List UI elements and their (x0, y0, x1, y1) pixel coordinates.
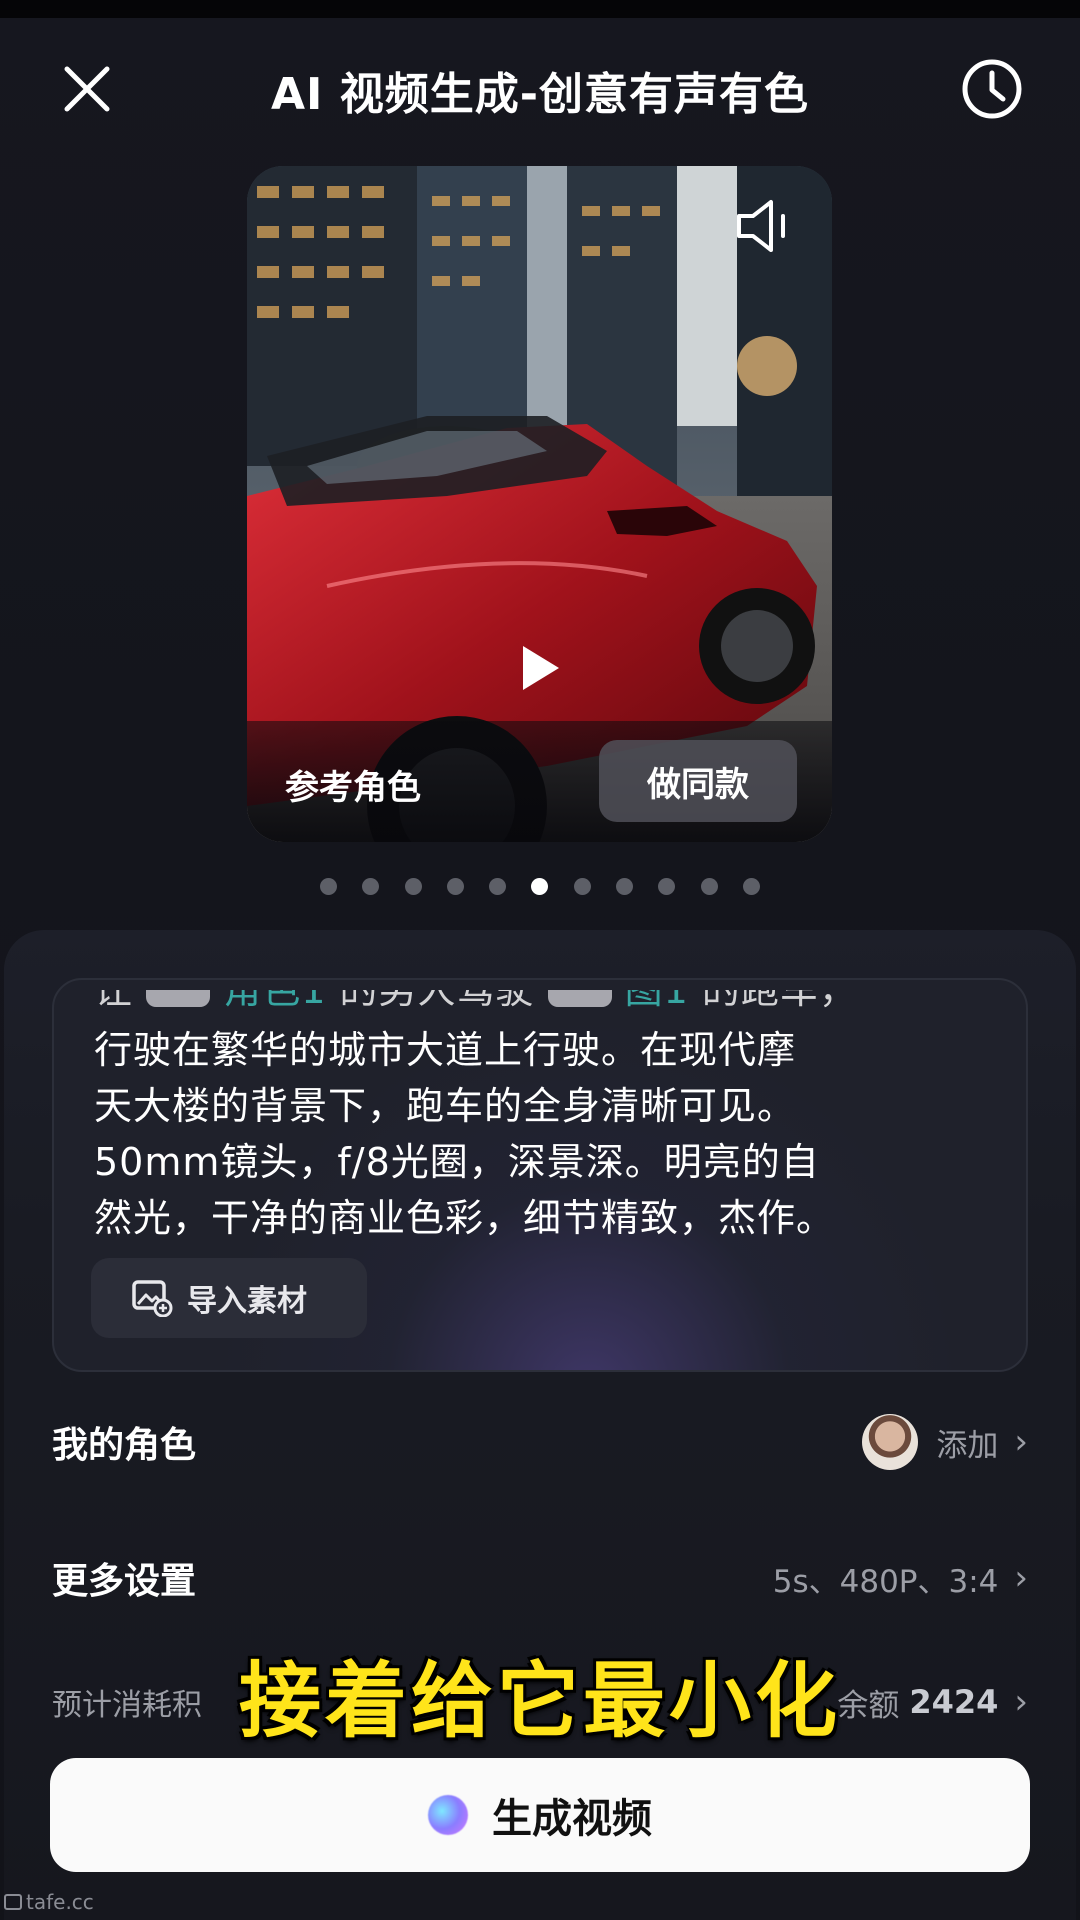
settings-summary: 5s、480P、3:4 (772, 1563, 999, 1600)
sparkle-orb-icon (428, 1795, 468, 1835)
page-title: AI 视频生成-创意有声有色 (270, 69, 809, 120)
my-role-action[interactable]: 添加 › (862, 1412, 1028, 1472)
make-same-button[interactable]: 做同款 (599, 740, 797, 822)
prompt-line: 行驶在繁华的城市大道上行驶。在现代摩 (94, 1028, 797, 1072)
watermark: tafe.cc (4, 1890, 94, 1914)
carousel-indicator (320, 876, 760, 896)
carousel-dot[interactable] (446, 877, 464, 895)
my-role-label: 我的角色 (52, 1425, 197, 1466)
status-bar (0, 0, 1080, 18)
watermark-icon (4, 1894, 22, 1910)
prompt-line: 50mm镜头，f/8光圈，深景深。明亮的自 (94, 1140, 820, 1184)
header: AI 视频生成-创意有声有色 (0, 18, 1080, 138)
chevron-right-icon: › (1014, 1558, 1028, 1598)
carousel-dot[interactable] (616, 877, 634, 895)
import-material-button[interactable]: 导入素材 (91, 1258, 367, 1338)
add-role-label: 添加 (936, 1427, 999, 1464)
speaker-icon (737, 200, 785, 252)
prompt-text[interactable]: 让 角色1 的男人驾驶 图1 的跑车， 行驶在繁华的城市大道上行驶。在现代摩 天… (94, 990, 994, 1246)
prompt-line-clipped: 让 角色1 的男人驾驶 图1 的跑车， (94, 990, 994, 1022)
carousel-dot[interactable] (700, 877, 718, 895)
generate-video-button[interactable]: 生成视频 (50, 1758, 1030, 1872)
close-button[interactable] (52, 54, 122, 124)
mute-toggle-button[interactable] (733, 196, 803, 256)
prompt-line: 天大楼的背景下，跑车的全身清晰可见。 (94, 1084, 797, 1128)
prompt-line: 然光，干净的商业色彩，细节精致，杰作。 (94, 1196, 836, 1240)
reference-role-label: 参考角色 (285, 768, 421, 808)
more-settings-label: 更多设置 (52, 1561, 197, 1602)
carousel-dot[interactable] (320, 877, 337, 895)
carousel-dot[interactable] (362, 877, 380, 895)
carousel-dot[interactable] (573, 877, 591, 895)
watermark-text: tafe.cc (26, 1890, 94, 1914)
carousel-dot[interactable] (404, 877, 422, 895)
play-button[interactable] (509, 638, 569, 698)
app-screen: AI 视频生成-创意有声有色 参考角色 做同款 让 角色1 的男人驾驶 图1 的… (0, 0, 1080, 1920)
my-role-row[interactable]: 我的角色 添加 › (52, 1412, 1028, 1472)
chevron-right-icon: › (1014, 1422, 1028, 1462)
carousel-dot-active[interactable] (531, 877, 549, 895)
more-settings-value[interactable]: 5s、480P、3:4 › (773, 1548, 1028, 1608)
close-icon (64, 66, 110, 112)
import-material-label: 导入素材 (187, 1284, 307, 1319)
avatar (862, 1414, 919, 1470)
more-settings-row[interactable]: 更多设置 5s、480P、3:4 › (52, 1548, 1028, 1608)
image-add-icon (132, 1280, 173, 1317)
carousel-dot[interactable] (742, 877, 760, 895)
video-subtitle-overlay: 接着给它最小化 (238, 1654, 841, 1749)
clock-icon (962, 59, 1022, 119)
carousel-dot[interactable] (658, 877, 676, 895)
history-button[interactable] (955, 52, 1029, 126)
play-icon (523, 646, 559, 690)
generate-video-label: 生成视频 (492, 1796, 652, 1842)
carousel-dot[interactable] (489, 877, 507, 895)
